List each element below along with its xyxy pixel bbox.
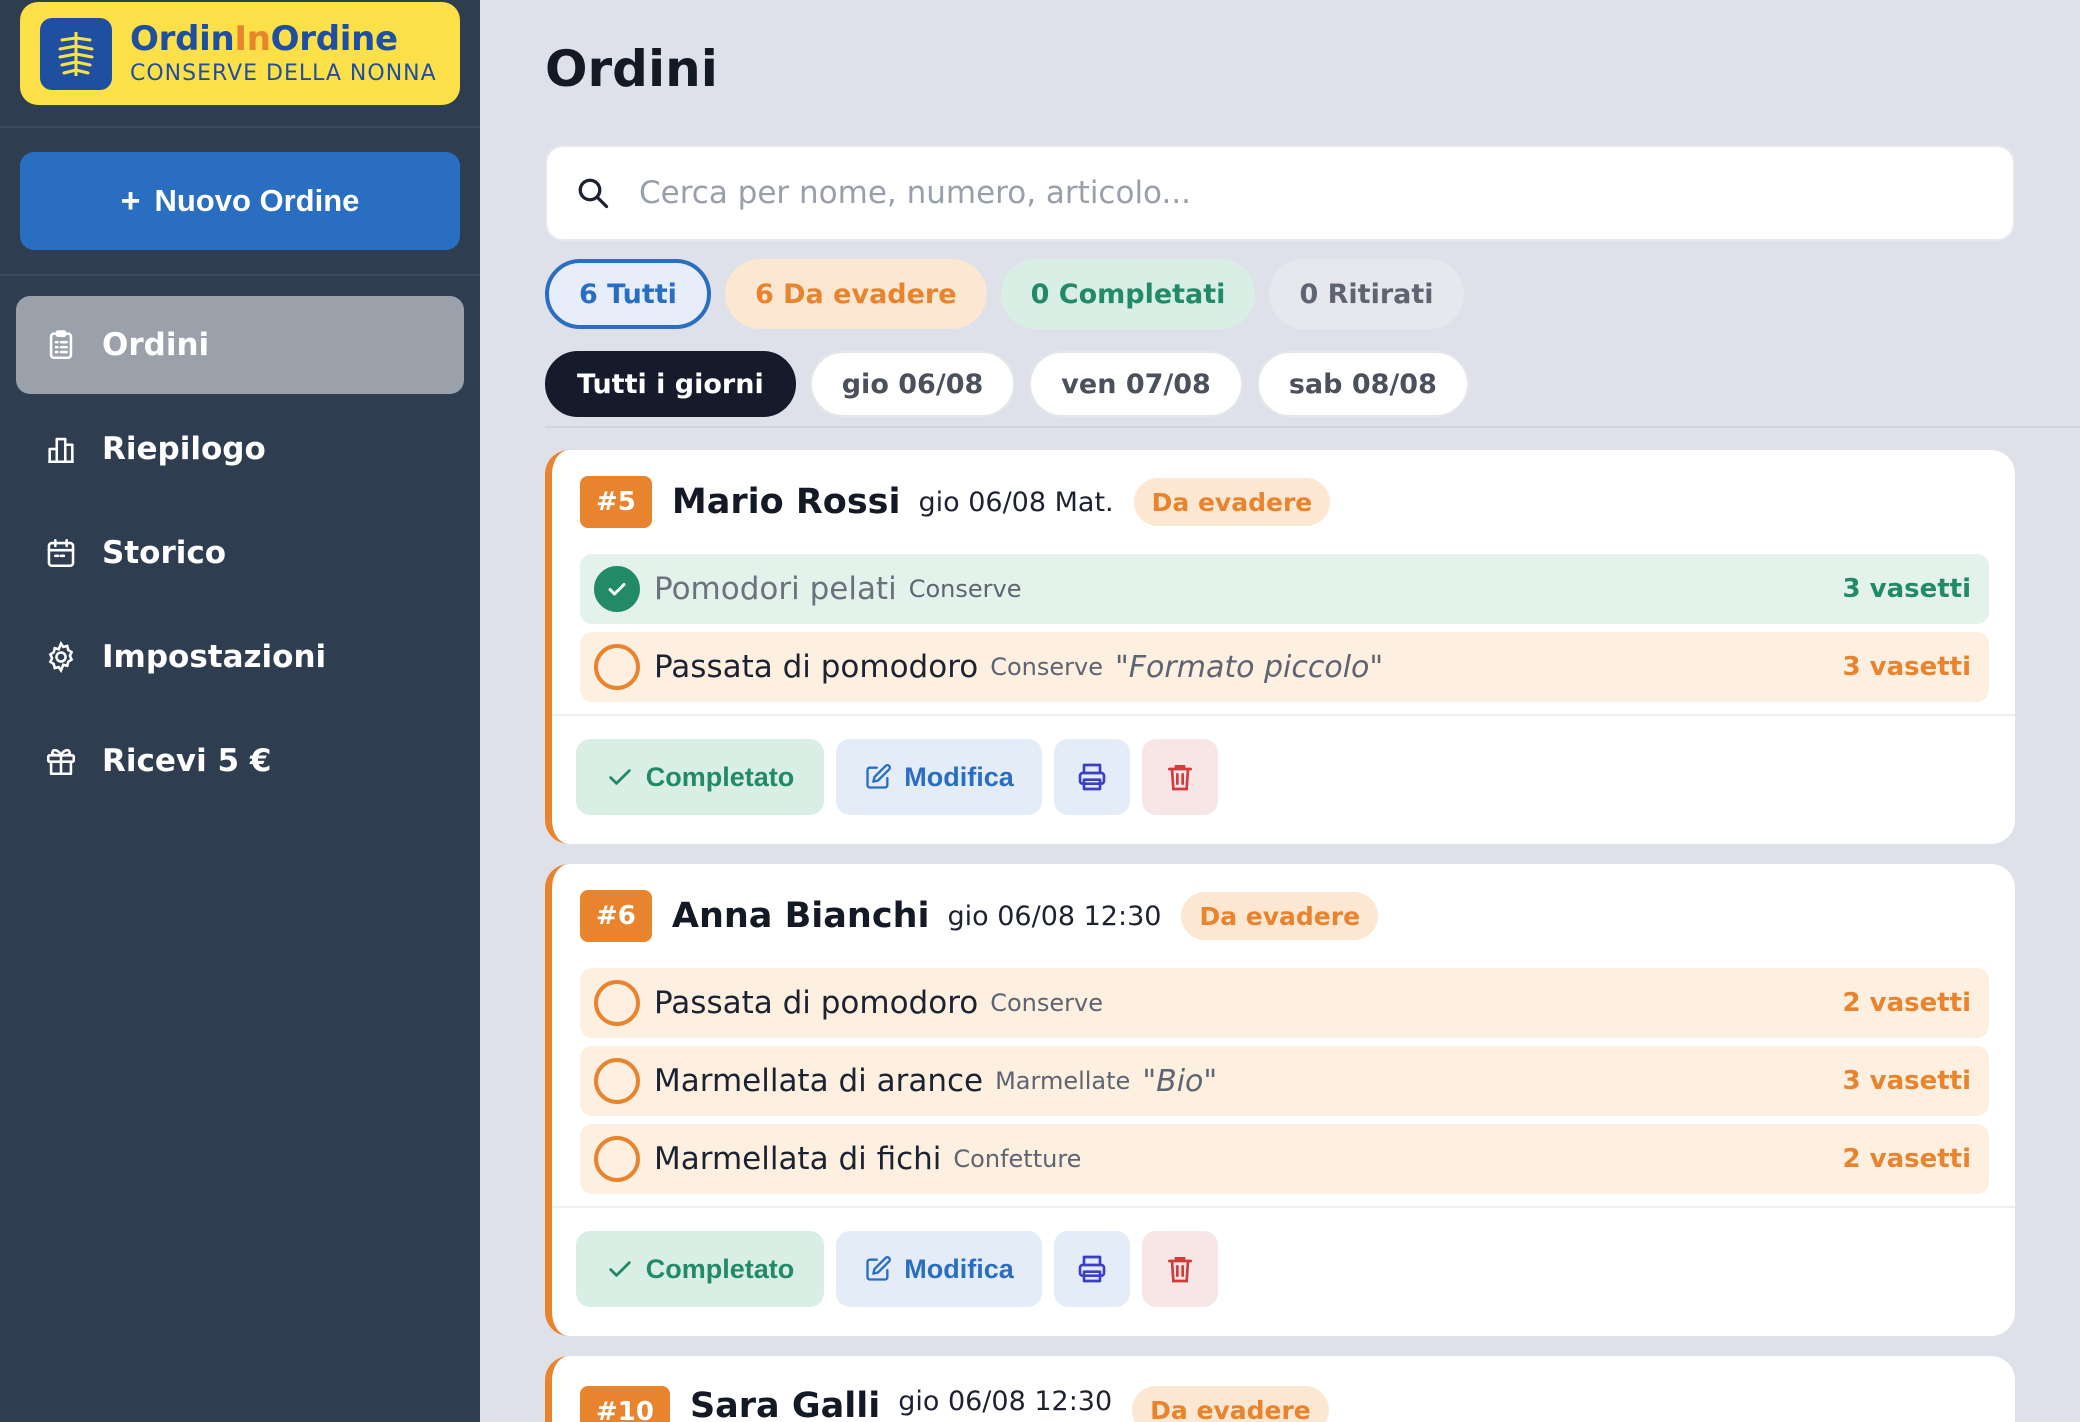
- customer-name: Anna Bianchi: [671, 896, 930, 936]
- printer-icon: [1078, 1255, 1106, 1283]
- circle-icon[interactable]: [594, 980, 640, 1026]
- delete-button[interactable]: [1142, 1231, 1218, 1307]
- day-sat[interactable]: sab 08/08: [1256, 351, 1469, 417]
- sidebar-item-storico[interactable]: Storico: [16, 504, 464, 602]
- trash-icon: [1168, 1257, 1192, 1283]
- gift-icon: [46, 748, 76, 776]
- delete-button[interactable]: [1142, 739, 1218, 815]
- circle-icon[interactable]: [594, 644, 640, 690]
- item-note: "Bio": [1142, 1063, 1218, 1099]
- clipboard-icon: [49, 330, 73, 360]
- check-icon: [609, 1261, 631, 1277]
- day-filters: Tutti i giorni gio 06/08 ven 07/08 sab 0…: [545, 351, 1469, 417]
- divider: [0, 274, 480, 276]
- order-card: #5 Mario Rossi gio 06/08 Mat. Da evadere…: [545, 450, 2015, 844]
- print-button[interactable]: [1054, 1231, 1130, 1307]
- search-bar[interactable]: [545, 145, 2015, 241]
- divider: [0, 126, 480, 128]
- order-card: #10 Sara Galli gio 06/08 12:30 Da evader…: [545, 1356, 2015, 1422]
- circle-icon[interactable]: [594, 1136, 640, 1182]
- sidebar: OrdinInOrdine CONSERVE DELLA NONNA + Nuo…: [0, 0, 480, 1422]
- customer-name: Sara Galli: [689, 1386, 881, 1422]
- item-name: Passata di pomodoro: [654, 985, 979, 1021]
- calendar-icon: [47, 538, 75, 568]
- order-item[interactable]: Passata di pomodoro Conserve "Formato pi…: [580, 632, 1989, 702]
- plus-icon: +: [120, 181, 141, 220]
- new-order-button[interactable]: + Nuovo Ordine: [20, 152, 460, 250]
- circle-icon[interactable]: [594, 1058, 640, 1104]
- order-card: #6 Anna Bianchi gio 06/08 12:30 Da evade…: [545, 864, 2015, 1336]
- pickup-time: gio 06/08 Mat.: [918, 486, 1114, 518]
- edit-icon: [866, 1256, 892, 1281]
- status-badge: Da evadere: [1132, 1386, 1329, 1422]
- item-category: Conserve: [990, 653, 1103, 681]
- search-icon: [578, 178, 609, 209]
- filter-all[interactable]: 6 Tutti: [545, 259, 711, 329]
- wheat-icon: [40, 17, 112, 90]
- item-name: Marmellata di arance: [654, 1063, 984, 1099]
- app-subtitle: CONSERVE DELLA NONNA: [130, 60, 437, 86]
- item-name: Passata di pomodoro: [654, 649, 979, 685]
- item-quantity: 2 vasetti: [1842, 988, 1971, 1018]
- item-category: Conserve: [990, 989, 1103, 1017]
- status-filters: 6 Tutti 6 Da evadere 0 Completati 0 Riti…: [545, 259, 1464, 329]
- pickup-time: gio 06/08 12:30: [898, 1386, 1113, 1417]
- pickup-time: gio 06/08 12:30: [947, 900, 1162, 932]
- customer-name: Mario Rossi: [671, 482, 901, 522]
- bar-chart-icon: [48, 437, 74, 464]
- brand-logo-block[interactable]: OrdinInOrdine CONSERVE DELLA NONNA: [20, 2, 460, 105]
- filter-picked-up[interactable]: 0 Ritirati: [1269, 259, 1464, 329]
- complete-button[interactable]: Completato: [576, 1231, 824, 1307]
- gear-icon: [48, 640, 74, 674]
- search-input[interactable]: [639, 175, 1939, 211]
- item-quantity: 2 vasetti: [1842, 1144, 1971, 1174]
- order-number: #5: [580, 476, 652, 528]
- edit-icon: [866, 764, 892, 789]
- filter-pending[interactable]: 6 Da evadere: [724, 259, 987, 329]
- sidebar-item-riepilogo[interactable]: Riepilogo: [16, 400, 464, 498]
- status-badge: Da evadere: [1133, 478, 1331, 526]
- item-note: "Formato piccolo": [1115, 649, 1384, 685]
- item-name: Marmellata di fichi: [654, 1141, 942, 1177]
- check-icon: [609, 769, 631, 785]
- edit-button[interactable]: Modifica: [836, 1231, 1042, 1307]
- printer-icon: [1078, 763, 1106, 791]
- item-name: Pomodori pelati: [654, 571, 897, 607]
- sidebar-item-ordini[interactable]: Ordini: [16, 296, 464, 394]
- divider: [545, 426, 2080, 428]
- item-category: Conserve: [908, 575, 1022, 603]
- order-item[interactable]: Pomodori pelati Conserve 3 vasetti: [580, 554, 1989, 624]
- complete-button[interactable]: Completato: [576, 739, 824, 815]
- item-quantity: 3 vasetti: [1842, 1066, 1971, 1096]
- order-item[interactable]: Passata di pomodoro Conserve 2 vasetti: [580, 968, 1989, 1038]
- trash-icon: [1168, 765, 1192, 791]
- item-category: Confetture: [953, 1145, 1082, 1173]
- day-thu[interactable]: gio 06/08: [809, 351, 1016, 417]
- day-all[interactable]: Tutti i giorni: [545, 351, 796, 417]
- check-circle-icon[interactable]: [594, 566, 640, 612]
- edit-button[interactable]: Modifica: [836, 739, 1042, 815]
- page-title: Ordini: [545, 40, 718, 98]
- item-category: Marmellate: [995, 1067, 1131, 1095]
- sidebar-item-impostazioni[interactable]: Impostazioni: [16, 608, 464, 706]
- order-number: #6: [580, 890, 652, 942]
- order-item[interactable]: Marmellata di arance Marmellate "Bio" 3 …: [580, 1046, 1989, 1116]
- sidebar-nav: Ordini Riepilogo Storico Impostazioni Ri…: [16, 296, 464, 816]
- item-quantity: 3 vasetti: [1842, 652, 1971, 682]
- filter-completed[interactable]: 0 Completati: [1000, 259, 1256, 329]
- item-quantity: 3 vasetti: [1842, 574, 1971, 604]
- print-button[interactable]: [1054, 739, 1130, 815]
- order-item[interactable]: Marmellata di fichi Confetture 2 vasetti: [580, 1124, 1989, 1194]
- status-badge: Da evadere: [1181, 892, 1379, 940]
- app-title: OrdinInOrdine: [130, 18, 398, 59]
- day-fri[interactable]: ven 07/08: [1029, 351, 1243, 417]
- sidebar-item-ricevi[interactable]: Ricevi 5 €: [16, 712, 464, 810]
- order-number: #10: [580, 1386, 670, 1422]
